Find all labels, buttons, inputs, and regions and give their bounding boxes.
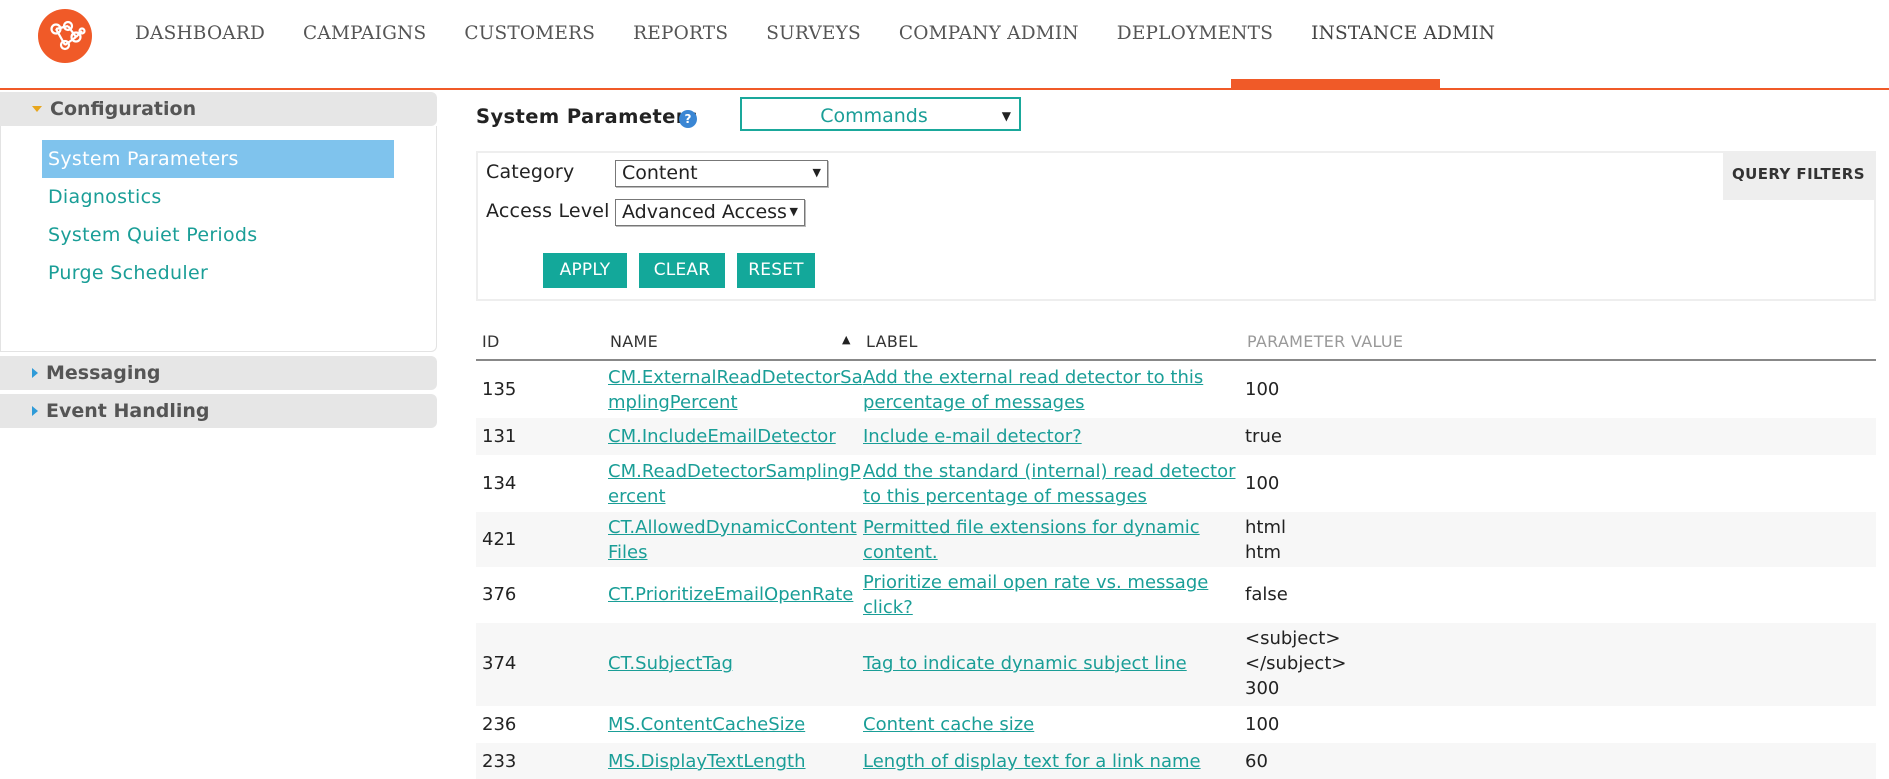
sidebar-item-diagnostics[interactable]: Diagnostics — [42, 178, 394, 216]
table-row: 421 CT.AllowedDynamicContentFiles Permit… — [476, 512, 1876, 567]
chevron-down-icon: ▼ — [1001, 109, 1011, 123]
category-select[interactable]: Content ▼ — [615, 160, 828, 187]
cell-id: 131 — [482, 426, 517, 447]
category-label: Category — [486, 161, 575, 183]
access-level-select[interactable]: Advanced Access ▼ — [615, 199, 805, 226]
main-nav: DASHBOARD CAMPAIGNS CUSTOMERS REPORTS SU… — [116, 0, 1514, 88]
parameters-table: ID NAME ▲ LABEL PARAMETER VALUE 135 CM.E… — [476, 319, 1876, 779]
reset-button[interactable]: RESET — [737, 253, 815, 288]
nav-dashboard[interactable]: DASHBOARD — [116, 0, 284, 68]
chevron-down-icon: ▼ — [789, 205, 798, 218]
nav-customers[interactable]: CUSTOMERS — [445, 0, 614, 68]
nav-deployments[interactable]: DEPLOYMENTS — [1098, 0, 1292, 68]
table-row: 135 CM.ExternalReadDetectorSamplingPerce… — [476, 361, 1876, 418]
cell-id: 233 — [482, 751, 517, 772]
cell-label-link[interactable]: Content cache size — [863, 712, 1243, 737]
page-title: System Parameters — [476, 105, 698, 128]
cell-name-link[interactable]: CT.SubjectTag — [608, 651, 863, 676]
top-navigation-bar: DASHBOARD CAMPAIGNS CUSTOMERS REPORTS SU… — [0, 0, 1889, 90]
sidebar-item-system-quiet-periods[interactable]: System Quiet Periods — [42, 216, 394, 254]
sort-ascending-icon: ▲ — [842, 333, 851, 346]
cell-label-link[interactable]: Include e-mail detector? — [863, 424, 1243, 449]
help-icon[interactable]: ? — [679, 110, 697, 128]
sidebar: Configuration System Parameters Diagnost… — [0, 92, 437, 428]
cell-value: 100 — [1245, 714, 1280, 735]
table-row: 233 MS.DisplayTextLength Length of displ… — [476, 743, 1876, 779]
sidebar-section-body: System Parameters Diagnostics System Qui… — [0, 126, 437, 352]
sidebar-item-system-parameters[interactable]: System Parameters — [42, 140, 394, 178]
column-header-name[interactable]: NAME — [610, 332, 658, 351]
column-header-id[interactable]: ID — [482, 332, 500, 351]
cell-id: 374 — [482, 653, 517, 674]
table-row: 374 CT.SubjectTag Tag to indicate dynami… — [476, 623, 1876, 706]
query-filters-panel: Category Content ▼ Access Level Advanced… — [476, 151, 1876, 301]
cell-value: 100 — [1245, 379, 1280, 400]
table-row: 131 CM.IncludeEmailDetector Include e-ma… — [476, 418, 1876, 455]
nav-company-admin[interactable]: COMPANY ADMIN — [880, 0, 1098, 68]
table-row: 236 MS.ContentCacheSize Content cache si… — [476, 706, 1876, 743]
commands-dropdown[interactable]: Commands ▼ — [740, 97, 1021, 131]
cell-name-link[interactable]: CM.ReadDetectorSamplingPercent — [608, 459, 863, 509]
cell-id: 376 — [482, 584, 517, 605]
apply-button[interactable]: APPLY — [543, 253, 627, 288]
cell-label-link[interactable]: Tag to indicate dynamic subject line — [863, 651, 1243, 676]
cell-value: false — [1245, 584, 1288, 605]
cell-value: 60 — [1245, 751, 1268, 772]
table-row: 134 CM.ReadDetectorSamplingPercent Add t… — [476, 455, 1876, 512]
cell-value: <subject> </subject> 300 — [1245, 628, 1347, 699]
cell-name-link[interactable]: MS.DisplayTextLength — [608, 749, 863, 774]
nav-surveys[interactable]: SURVEYS — [747, 0, 880, 68]
column-header-label[interactable]: LABEL — [866, 332, 918, 351]
cell-label-link[interactable]: Prioritize email open rate vs. message c… — [863, 570, 1243, 620]
commands-dropdown-value: Commands — [820, 105, 928, 127]
nav-reports[interactable]: REPORTS — [614, 0, 747, 68]
app-logo-icon[interactable] — [38, 9, 92, 63]
sidebar-item-purge-scheduler[interactable]: Purge Scheduler — [42, 254, 394, 292]
cell-name-link[interactable]: CM.ExternalReadDetectorSamplingPercent — [608, 365, 863, 415]
cell-id: 421 — [482, 529, 517, 550]
active-nav-indicator — [1231, 79, 1440, 88]
cell-name-link[interactable]: MS.ContentCacheSize — [608, 712, 863, 737]
cell-value: 100 — [1245, 473, 1280, 494]
sidebar-section-event-handling[interactable]: Event Handling — [0, 394, 437, 428]
sidebar-section-messaging[interactable]: Messaging — [0, 356, 437, 390]
table-row: 376 CT.PrioritizeEmailOpenRate Prioritiz… — [476, 567, 1876, 623]
cell-label-link[interactable]: Add the external read detector to this p… — [863, 365, 1243, 415]
cell-label-link[interactable]: Length of display text for a link name — [863, 749, 1243, 774]
cell-name-link[interactable]: CT.PrioritizeEmailOpenRate — [608, 582, 863, 607]
caret-right-icon — [32, 406, 38, 416]
table-header: ID NAME ▲ LABEL PARAMETER VALUE — [476, 319, 1876, 361]
cell-label-link[interactable]: Add the standard (internal) read detecto… — [863, 459, 1243, 509]
category-select-value: Content — [622, 162, 698, 184]
column-header-parameter-value[interactable]: PARAMETER VALUE — [1247, 332, 1403, 351]
clear-button[interactable]: CLEAR — [639, 253, 725, 288]
nav-instance-admin[interactable]: INSTANCE ADMIN — [1292, 0, 1514, 68]
caret-down-icon — [32, 106, 42, 112]
main-content: System Parameters ? Commands ▼ Category … — [476, 92, 1876, 779]
cell-value: html htm — [1245, 517, 1287, 563]
cell-value: true — [1245, 426, 1282, 447]
chevron-down-icon: ▼ — [812, 166, 821, 179]
cell-id: 236 — [482, 714, 517, 735]
nav-campaigns[interactable]: CAMPAIGNS — [284, 0, 445, 68]
access-level-label: Access Level — [486, 200, 610, 222]
cell-id: 134 — [482, 473, 517, 494]
cell-name-link[interactable]: CT.AllowedDynamicContentFiles — [608, 515, 863, 565]
access-level-select-value: Advanced Access — [622, 201, 787, 223]
cell-id: 135 — [482, 379, 517, 400]
sidebar-section-title: Messaging — [46, 362, 161, 384]
query-filters-tab[interactable]: QUERY FILTERS — [1723, 153, 1874, 200]
sidebar-section-configuration[interactable]: Configuration — [0, 92, 437, 126]
page-header: System Parameters ? Commands ▼ — [476, 92, 1876, 142]
sidebar-section-title: Configuration — [50, 98, 197, 120]
sidebar-section-title: Event Handling — [46, 400, 210, 422]
cell-label-link[interactable]: Permitted file extensions for dynamic co… — [863, 515, 1243, 565]
caret-right-icon — [32, 368, 38, 378]
cell-name-link[interactable]: CM.IncludeEmailDetector — [608, 424, 863, 449]
